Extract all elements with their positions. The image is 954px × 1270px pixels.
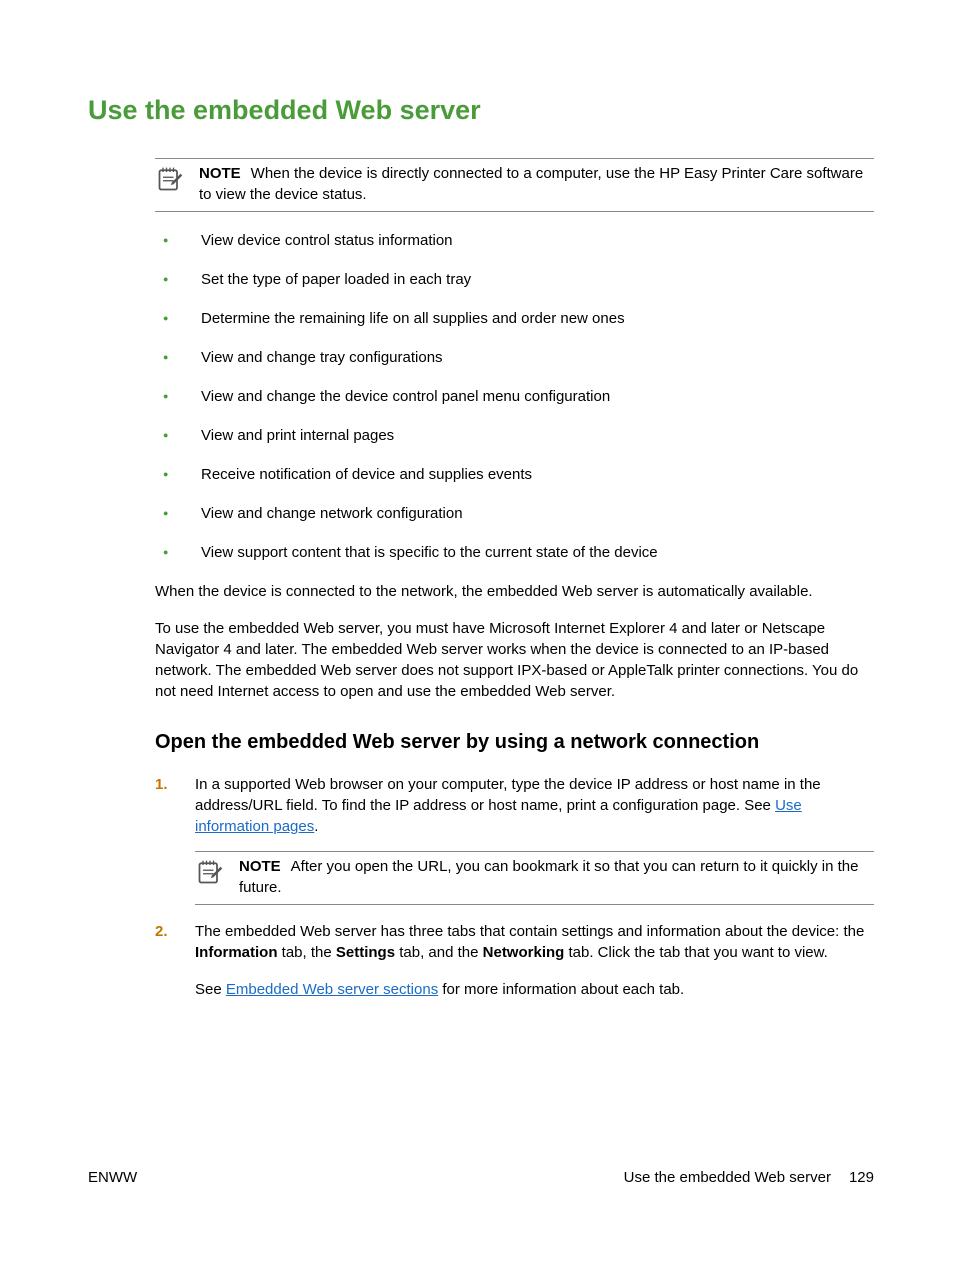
paragraph: To use the embedded Web server, you must… — [155, 618, 874, 702]
list-item: View and print internal pages — [155, 425, 874, 446]
step-text: In a supported Web browser on your compu… — [195, 776, 821, 814]
link-ews-sections[interactable]: Embedded Web server sections — [226, 981, 438, 998]
step-number: 2. — [155, 921, 168, 942]
paragraph: When the device is connected to the netw… — [155, 581, 874, 602]
tab-name: Networking — [483, 944, 565, 961]
subsection-heading: Open the embedded Web server by using a … — [155, 728, 874, 756]
list-item: View device control status information — [155, 230, 874, 251]
list-item: Set the type of paper loaded in each tra… — [155, 269, 874, 290]
tab-name: Information — [195, 944, 278, 961]
step-item: 1. In a supported Web browser on your co… — [155, 774, 874, 905]
note-label: NOTE — [199, 165, 241, 182]
list-item: Receive notification of device and suppl… — [155, 464, 874, 485]
list-item: View and change network configuration — [155, 503, 874, 524]
feature-list: View device control status information S… — [155, 230, 874, 563]
step-text: The embedded Web server has three tabs t… — [195, 923, 864, 940]
list-item: View and change tray configurations — [155, 347, 874, 368]
note-icon — [155, 165, 185, 193]
note-icon — [195, 858, 225, 886]
page-footer: ENWW Use the embedded Web server 129 — [88, 1167, 874, 1188]
step-number: 1. — [155, 774, 168, 795]
note-text: After you open the URL, you can bookmark… — [239, 858, 858, 896]
footer-title: Use the embedded Web server — [624, 1167, 831, 1188]
note-box-nested: NOTEAfter you open the URL, you can book… — [195, 851, 874, 905]
note-text: When the device is directly connected to… — [199, 165, 863, 203]
list-item: View and change the device control panel… — [155, 386, 874, 407]
step-item: 2. The embedded Web server has three tab… — [155, 921, 874, 1000]
steps-list: 1. In a supported Web browser on your co… — [155, 774, 874, 1000]
footer-left: ENWW — [88, 1167, 137, 1188]
tab-name: Settings — [336, 944, 395, 961]
list-item: View support content that is specific to… — [155, 542, 874, 563]
page-heading: Use the embedded Web server — [88, 92, 874, 130]
step-text: See — [195, 981, 226, 998]
page-number: 129 — [849, 1167, 874, 1188]
step-text-after: . — [314, 818, 318, 835]
list-item: Determine the remaining life on all supp… — [155, 308, 874, 329]
note-label: NOTE — [239, 858, 281, 875]
note-box-top: NOTEWhen the device is directly connecte… — [155, 158, 874, 212]
